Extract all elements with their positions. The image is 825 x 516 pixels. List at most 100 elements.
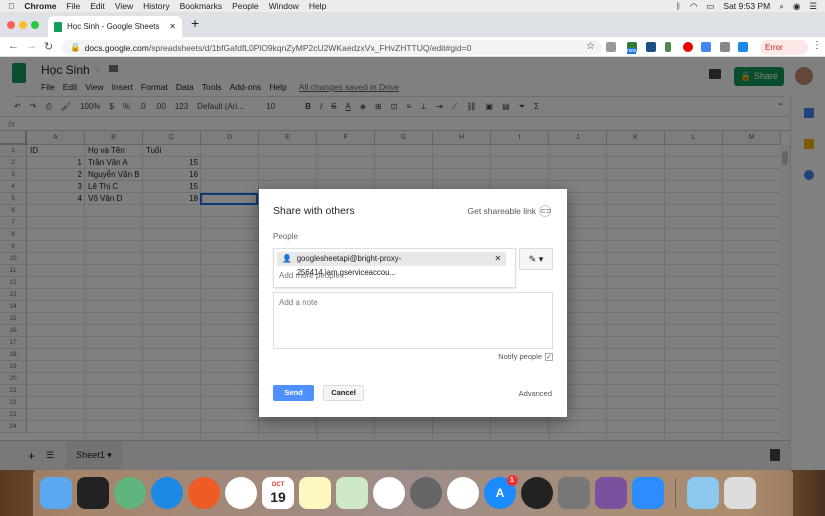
menu-insert[interactable]: Insert bbox=[112, 82, 133, 92]
cell[interactable]: Võ Văn D bbox=[88, 193, 140, 205]
dock-app-store-icon[interactable]: 1A bbox=[484, 474, 518, 509]
column-header[interactable]: E bbox=[259, 131, 317, 145]
fill-color-icon[interactable]: ◈ bbox=[360, 102, 366, 111]
column-header[interactable]: H bbox=[433, 131, 491, 145]
row-header[interactable]: 5 bbox=[0, 193, 27, 205]
calendar-icon[interactable] bbox=[804, 108, 814, 118]
cell[interactable]: 1 bbox=[30, 157, 82, 169]
dock-maps-icon[interactable] bbox=[336, 477, 368, 509]
row-header[interactable]: 16 bbox=[0, 325, 27, 337]
zoom-select[interactable]: 100% bbox=[80, 102, 100, 111]
dock-calendar-icon[interactable]: OCT 19 bbox=[262, 477, 294, 509]
menu-help[interactable]: Help bbox=[269, 82, 286, 92]
get-shareable-link[interactable]: Get shareable link ⊂⊃ bbox=[467, 205, 552, 217]
menu-view[interactable]: View bbox=[85, 82, 103, 92]
formula-bar[interactable]: fx bbox=[0, 116, 790, 131]
row-header[interactable]: 6 bbox=[0, 205, 27, 217]
percent-button[interactable]: % bbox=[123, 102, 130, 111]
menu-tools[interactable]: Tools bbox=[202, 82, 222, 92]
merge-cells-icon[interactable]: ⊡ bbox=[391, 102, 398, 111]
cell[interactable]: 18 bbox=[146, 193, 198, 205]
cell[interactable]: 15 bbox=[146, 157, 198, 169]
dock-notes-icon[interactable] bbox=[299, 477, 331, 509]
cell[interactable]: ID bbox=[30, 145, 82, 157]
column-header[interactable]: M bbox=[723, 131, 781, 145]
add-sheet-button[interactable]: + bbox=[28, 449, 35, 463]
functions-button[interactable]: Σ bbox=[534, 102, 539, 111]
add-people-input[interactable]: Add more people... bbox=[279, 271, 347, 280]
row-header[interactable]: 10 bbox=[0, 253, 27, 265]
menu-data[interactable]: Data bbox=[176, 82, 194, 92]
row-header[interactable]: 8 bbox=[0, 229, 27, 241]
paint-format-icon[interactable]: 🖌 bbox=[61, 102, 71, 111]
cell[interactable]: Nguyễn Văn B bbox=[88, 169, 140, 181]
advanced-link[interactable]: Advanced bbox=[519, 389, 552, 398]
select-all-corner[interactable] bbox=[0, 131, 27, 145]
column-header[interactable]: K bbox=[607, 131, 665, 145]
avatar[interactable] bbox=[795, 67, 813, 85]
row-header[interactable]: 3 bbox=[0, 169, 27, 181]
print-icon[interactable]: ⎙ bbox=[45, 102, 51, 112]
star-icon[interactable]: ☆ bbox=[94, 64, 102, 75]
notify-checkbox[interactable]: ✓ bbox=[545, 352, 553, 361]
explore-icon[interactable] bbox=[770, 449, 780, 461]
insert-link-icon[interactable]: ⛓ bbox=[466, 102, 476, 111]
cell[interactable]: 4 bbox=[30, 193, 82, 205]
row-header[interactable]: 14 bbox=[0, 301, 27, 313]
dock-launchpad-icon[interactable] bbox=[410, 477, 442, 509]
keep-icon[interactable] bbox=[804, 139, 814, 149]
cell[interactable]: Trần Văn A bbox=[88, 157, 140, 169]
permission-dropdown[interactable]: ✎ ▾ bbox=[519, 248, 553, 270]
row-header[interactable]: 23 bbox=[0, 409, 27, 421]
sheets-logo-icon[interactable] bbox=[12, 63, 26, 83]
folder-icon[interactable] bbox=[109, 65, 118, 72]
dock-system-preferences-icon[interactable] bbox=[558, 477, 590, 509]
strikethrough-button[interactable]: S bbox=[331, 102, 336, 111]
row-header[interactable]: 7 bbox=[0, 217, 27, 229]
align-horizontal-icon[interactable]: ≡ bbox=[406, 102, 411, 111]
document-title[interactable]: Học Sinh bbox=[41, 63, 90, 77]
comments-icon[interactable] bbox=[709, 69, 721, 79]
bold-button[interactable]: B bbox=[305, 102, 311, 111]
selected-cell-d5[interactable] bbox=[200, 193, 258, 205]
note-textarea[interactable]: Add a note bbox=[273, 292, 553, 349]
column-header[interactable]: F bbox=[317, 131, 375, 145]
dock-siri-icon[interactable] bbox=[521, 477, 553, 509]
row-header[interactable]: 4 bbox=[0, 181, 27, 193]
collapse-toolbar-icon[interactable]: ⌃ bbox=[777, 102, 784, 111]
cell[interactable]: 15 bbox=[146, 181, 198, 193]
save-status[interactable]: All changes saved in Drive bbox=[299, 82, 399, 92]
dock-terminal-icon[interactable] bbox=[77, 477, 109, 509]
dock-atom-icon[interactable] bbox=[114, 477, 146, 509]
cell[interactable]: 2 bbox=[30, 169, 82, 181]
menu-edit[interactable]: Edit bbox=[63, 82, 78, 92]
dock-safari-icon[interactable] bbox=[151, 477, 183, 509]
cell[interactable]: Họ và Tên bbox=[88, 145, 140, 157]
text-wrap-icon[interactable]: ⇥ bbox=[436, 102, 443, 111]
column-header[interactable]: I bbox=[491, 131, 549, 145]
undo-icon[interactable]: ↶ bbox=[14, 102, 21, 111]
filter-icon[interactable]: ⏷ bbox=[519, 102, 525, 112]
redo-icon[interactable]: ↷ bbox=[30, 102, 37, 111]
row-header[interactable]: 2 bbox=[0, 157, 27, 169]
insert-chart-icon[interactable]: ▤ bbox=[502, 102, 510, 111]
dock-viber-icon[interactable] bbox=[595, 477, 627, 509]
row-header[interactable]: 24 bbox=[0, 421, 27, 433]
row-header[interactable]: 20 bbox=[0, 373, 27, 385]
increase-decimal-button[interactable]: .00 bbox=[155, 102, 166, 111]
dock-downloads-icon[interactable] bbox=[687, 477, 719, 509]
dock-trash-icon[interactable] bbox=[724, 477, 756, 509]
menu-addons[interactable]: Add-ons bbox=[230, 82, 262, 92]
row-header[interactable]: 9 bbox=[0, 241, 27, 253]
dock-chrome-icon[interactable] bbox=[225, 477, 257, 509]
row-header[interactable]: 13 bbox=[0, 289, 27, 301]
sheet-tab[interactable]: Sheet1 ▾ bbox=[66, 441, 122, 469]
cell[interactable]: Tuổi bbox=[146, 145, 198, 157]
dock-itunes-icon[interactable] bbox=[447, 477, 479, 509]
remove-chip-icon[interactable]: ✕ bbox=[494, 252, 506, 266]
font-select[interactable]: Default (Ari... bbox=[197, 102, 257, 111]
notify-people[interactable]: Notify people ✓ bbox=[498, 352, 553, 361]
dock-postman-icon[interactable] bbox=[188, 477, 220, 509]
dock-zoom-icon[interactable] bbox=[632, 477, 664, 509]
column-header[interactable]: J bbox=[549, 131, 607, 145]
